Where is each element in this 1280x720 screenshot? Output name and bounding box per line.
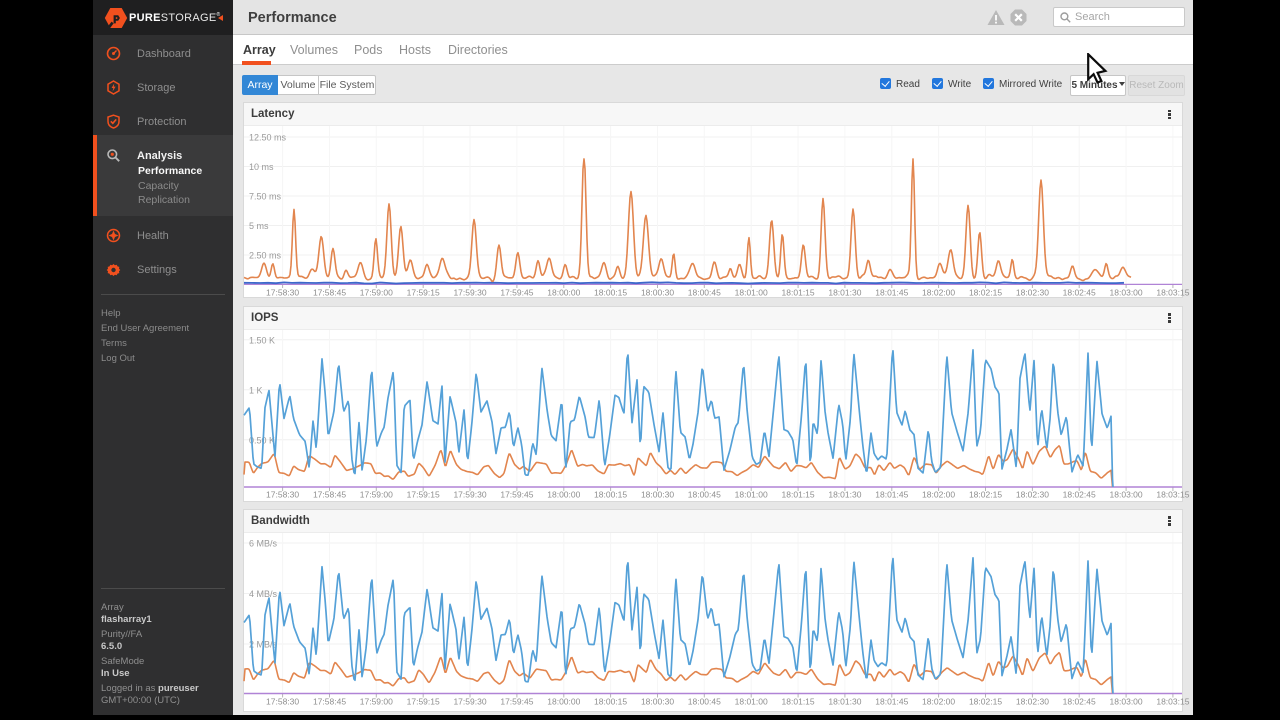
svg-text:17:59:15: 17:59:15: [407, 696, 440, 706]
svg-text:17:58:30: 17:58:30: [266, 489, 299, 499]
svg-text:17:58:45: 17:58:45: [313, 288, 346, 298]
svg-text:18:00:15: 18:00:15: [594, 489, 627, 499]
svg-text:18:02:30: 18:02:30: [1016, 696, 1049, 706]
svg-text:18:01:00: 18:01:00: [735, 696, 768, 706]
svg-text:2.50 ms: 2.50 ms: [249, 251, 282, 261]
svg-text:17:59:15: 17:59:15: [407, 489, 440, 499]
svg-text:18:03:00: 18:03:00: [1110, 489, 1143, 499]
svg-text:18:03:00: 18:03:00: [1110, 288, 1143, 298]
svg-text:18:02:15: 18:02:15: [969, 696, 1002, 706]
svg-text:17:58:30: 17:58:30: [266, 696, 299, 706]
svg-text:17:58:30: 17:58:30: [266, 288, 299, 298]
svg-text:10 ms: 10 ms: [249, 162, 274, 172]
svg-text:17:58:45: 17:58:45: [313, 489, 346, 499]
svg-text:18:02:45: 18:02:45: [1063, 696, 1096, 706]
svg-text:18:02:30: 18:02:30: [1016, 489, 1049, 499]
svg-text:7.50 ms: 7.50 ms: [249, 192, 282, 202]
svg-text:17:59:00: 17:59:00: [360, 489, 393, 499]
svg-text:18:00:00: 18:00:00: [547, 489, 580, 499]
svg-text:17:58:45: 17:58:45: [313, 696, 346, 706]
svg-text:18:02:15: 18:02:15: [969, 288, 1002, 298]
svg-text:18:01:30: 18:01:30: [828, 288, 861, 298]
svg-text:18:00:45: 18:00:45: [688, 288, 721, 298]
svg-text:18:01:15: 18:01:15: [782, 696, 815, 706]
svg-text:6 MB/s: 6 MB/s: [249, 538, 278, 548]
svg-text:18:01:30: 18:01:30: [828, 696, 861, 706]
svg-text:18:02:00: 18:02:00: [922, 696, 955, 706]
svg-text:18:01:00: 18:01:00: [735, 288, 768, 298]
svg-text:18:00:30: 18:00:30: [641, 489, 674, 499]
svg-text:0.50 K: 0.50 K: [249, 435, 275, 445]
svg-text:18:00:45: 18:00:45: [688, 696, 721, 706]
svg-text:17:59:45: 17:59:45: [500, 489, 533, 499]
svg-text:17:59:30: 17:59:30: [453, 489, 486, 499]
svg-text:18:01:15: 18:01:15: [782, 489, 815, 499]
svg-text:17:59:45: 17:59:45: [500, 696, 533, 706]
svg-text:18:00:00: 18:00:00: [547, 696, 580, 706]
svg-text:18:02:30: 18:02:30: [1016, 288, 1049, 298]
svg-text:18:01:30: 18:01:30: [828, 489, 861, 499]
svg-text:18:02:45: 18:02:45: [1063, 489, 1096, 499]
svg-text:1.50 K: 1.50 K: [249, 335, 275, 345]
svg-text:18:00:15: 18:00:15: [594, 696, 627, 706]
svg-text:1 K: 1 K: [249, 385, 263, 395]
svg-text:17:59:00: 17:59:00: [360, 288, 393, 298]
svg-text:5 ms: 5 ms: [249, 221, 269, 231]
svg-text:18:03:15: 18:03:15: [1156, 288, 1189, 298]
svg-text:12.50 ms: 12.50 ms: [249, 133, 287, 143]
svg-text:18:00:15: 18:00:15: [594, 288, 627, 298]
svg-text:18:01:15: 18:01:15: [782, 288, 815, 298]
svg-text:18:02:45: 18:02:45: [1063, 288, 1096, 298]
svg-text:18:00:30: 18:00:30: [641, 696, 674, 706]
svg-text:18:02:00: 18:02:00: [922, 489, 955, 499]
svg-text:18:00:30: 18:00:30: [641, 288, 674, 298]
svg-text:17:59:30: 17:59:30: [453, 696, 486, 706]
svg-text:18:01:45: 18:01:45: [875, 288, 908, 298]
svg-text:18:01:00: 18:01:00: [735, 489, 768, 499]
svg-text:4 MB/s: 4 MB/s: [249, 589, 278, 599]
svg-text:17:59:15: 17:59:15: [407, 288, 440, 298]
svg-text:18:00:00: 18:00:00: [547, 288, 580, 298]
svg-text:18:01:45: 18:01:45: [875, 489, 908, 499]
svg-text:18:03:15: 18:03:15: [1156, 696, 1189, 706]
svg-text:18:01:45: 18:01:45: [875, 696, 908, 706]
svg-text:17:59:30: 17:59:30: [453, 288, 486, 298]
svg-text:18:00:45: 18:00:45: [688, 489, 721, 499]
svg-text:17:59:00: 17:59:00: [360, 696, 393, 706]
svg-text:18:03:15: 18:03:15: [1156, 489, 1189, 499]
svg-text:18:02:00: 18:02:00: [922, 288, 955, 298]
svg-text:18:03:00: 18:03:00: [1110, 696, 1143, 706]
svg-text:17:59:45: 17:59:45: [500, 288, 533, 298]
svg-text:18:02:15: 18:02:15: [969, 489, 1002, 499]
